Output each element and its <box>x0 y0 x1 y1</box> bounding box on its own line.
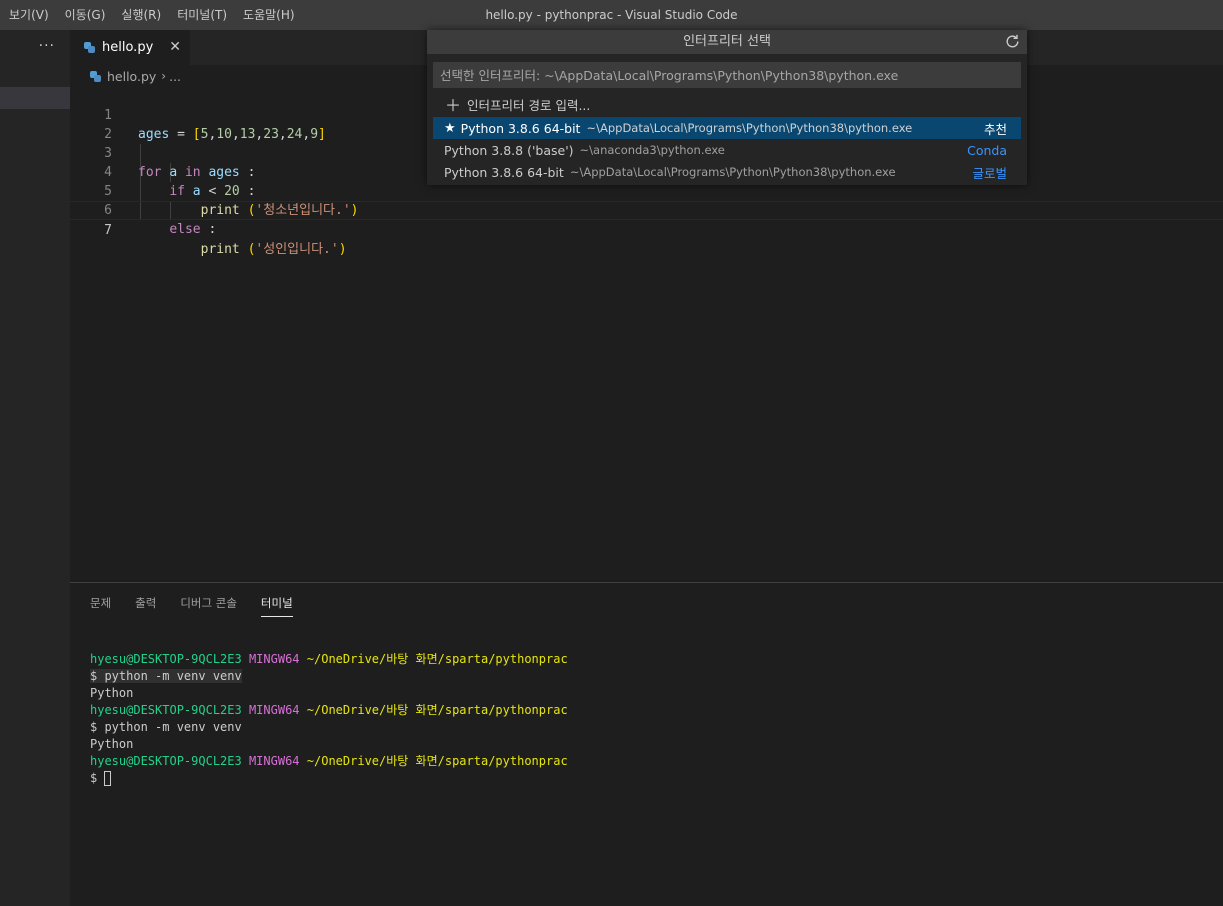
interpreter-search-input[interactable] <box>433 62 1021 88</box>
tab-problems[interactable]: 문제 <box>90 593 111 617</box>
more-actions-button[interactable]: ··· <box>39 38 55 54</box>
chevron-right-icon: › <box>161 69 167 83</box>
quick-pick-title: 인터프리터 선택 <box>427 30 1027 54</box>
interpreter-path: ~\AppData\Local\Programs\Python\Python38… <box>586 121 913 135</box>
interpreter-path: ~\anaconda3\python.exe <box>579 143 725 157</box>
interpreter-label: Python 3.8.6 64-bit <box>444 164 564 180</box>
breadcrumb: hello.py › ... <box>90 67 181 85</box>
interpreter-tag: 추천 <box>983 121 1007 137</box>
menu-run[interactable]: 실행(R) <box>113 0 169 30</box>
tab-label: hello.py <box>102 40 154 55</box>
tab-debug-console[interactable]: 디버그 콘솔 <box>180 593 237 617</box>
terminal-prompt-line: hyesu@DESKTOP-9QCL2E3 MINGW64 ~/OneDrive… <box>90 754 568 768</box>
close-icon[interactable]: ✕ <box>169 39 181 55</box>
terminal-cursor <box>104 771 112 786</box>
interpreter-quick-pick: 인터프리터 선택 ＋ 인터프리터 경로 입력... ★ Python 3.8.6… <box>427 30 1027 185</box>
menu-help[interactable]: 도움말(H) <box>235 0 303 30</box>
python-file-icon <box>90 70 101 82</box>
tab-terminal[interactable]: 터미널 <box>260 593 293 617</box>
interpreter-path: ~\AppData\Local\Programs\Python\Python38… <box>569 165 896 179</box>
tab-output[interactable]: 출력 <box>135 593 156 617</box>
menu-go[interactable]: 이동(G) <box>57 0 114 30</box>
panel-tabs: 문제 출력 디버그 콘솔 터미널 <box>90 593 317 617</box>
interpreter-label: Python 3.8.6 64-bit <box>460 120 581 136</box>
interpreter-tag: Conda <box>967 142 1007 158</box>
interpreter-label: Python 3.8.8 ('base') <box>444 142 574 158</box>
title-bar: hello.py - pythonprac - Visual Studio Co… <box>0 0 1223 30</box>
breadcrumb-file[interactable]: hello.py <box>107 69 156 84</box>
explorer-sidebar: ··· <box>0 30 70 906</box>
interpreter-item[interactable]: Python 3.8.6 64-bit ~\AppData\Local\Prog… <box>433 161 1021 183</box>
menu-view[interactable]: 보기(V) <box>0 0 57 30</box>
tab-hello-py[interactable]: hello.py ✕ <box>70 30 190 65</box>
breadcrumb-more[interactable]: ... <box>169 69 181 84</box>
interpreter-tag: 글로벌 <box>972 165 1007 181</box>
bottom-panel: 문제 출력 디버그 콘솔 터미널 hyesu@DESKTOP-9QCL2E3 M… <box>70 582 1223 906</box>
python-file-icon <box>84 42 95 53</box>
terminal-input-line[interactable]: $ <box>90 770 568 787</box>
terminal[interactable]: hyesu@DESKTOP-9QCL2E3 MINGW64 ~/OneDrive… <box>90 651 568 787</box>
explorer-selected-item[interactable] <box>0 87 70 109</box>
enter-path-label: 인터프리터 경로 입력... <box>467 97 591 113</box>
interpreter-item[interactable]: ★ Python 3.8.6 64-bit ~\AppData\Local\Pr… <box>433 117 1021 139</box>
refresh-icon[interactable] <box>1004 33 1021 50</box>
terminal-output-line: Python <box>90 737 134 751</box>
terminal-prompt-line: hyesu@DESKTOP-9QCL2E3 MINGW64 ~/OneDrive… <box>90 652 568 666</box>
plus-icon: ＋ <box>445 96 462 115</box>
terminal-output-line: Python <box>90 686 134 700</box>
menu-terminal[interactable]: 터미널(T) <box>169 0 235 30</box>
interpreter-item[interactable]: Python 3.8.8 ('base') ~\anaconda3\python… <box>433 139 1021 161</box>
terminal-prompt-line: hyesu@DESKTOP-9QCL2E3 MINGW64 ~/OneDrive… <box>90 703 568 717</box>
terminal-command-line: $ python -m venv venv <box>90 669 242 683</box>
enter-interpreter-path-item[interactable]: ＋ 인터프리터 경로 입력... <box>433 93 1021 115</box>
menu-bar: 보기(V) 이동(G) 실행(R) 터미널(T) 도움말(H) <box>0 0 303 30</box>
terminal-command-line: $ python -m venv venv <box>90 720 242 734</box>
star-icon: ★ <box>444 120 456 136</box>
code-line-current: 7 print ('성인입니다.') <box>70 201 1223 257</box>
line-number: 7 <box>104 223 112 238</box>
